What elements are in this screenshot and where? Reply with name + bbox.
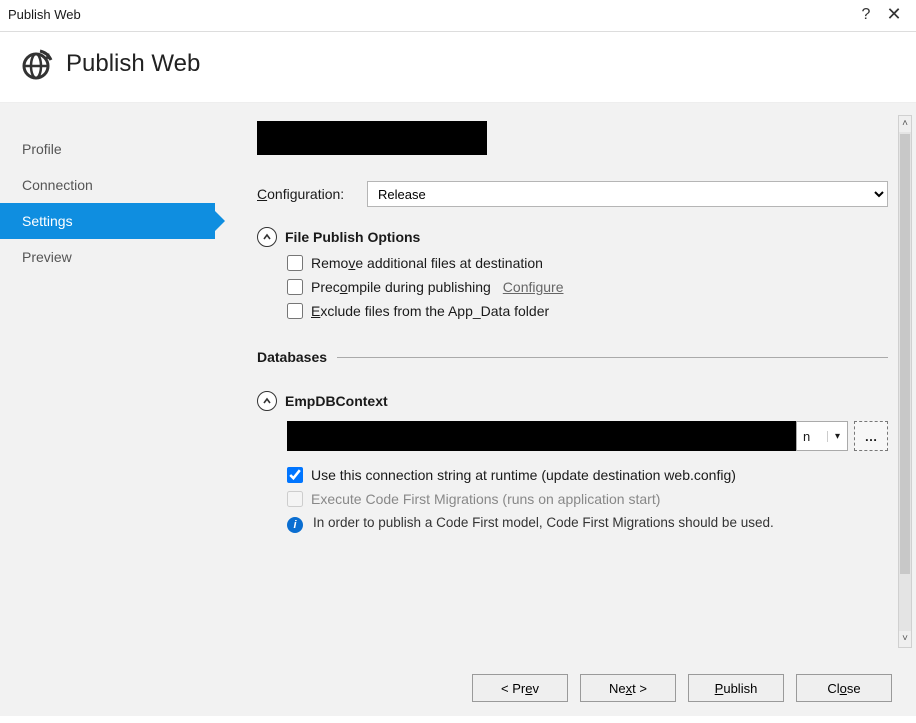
exclude-appdata-checkbox[interactable]	[287, 303, 303, 319]
db-context-heading: EmpDBContext	[285, 393, 388, 409]
window-title: Publish Web	[8, 7, 852, 22]
scroll-up-icon[interactable]: ˄	[899, 116, 911, 132]
next-button[interactable]: Next >	[580, 674, 676, 702]
remove-additional-checkbox[interactable]	[287, 255, 303, 271]
scroll-down-icon[interactable]: ˅	[899, 631, 911, 647]
use-connection-checkbox[interactable]	[287, 467, 303, 483]
configure-link[interactable]: Configure	[503, 279, 564, 295]
exec-migrations-label: Execute Code First Migrations (runs on a…	[311, 491, 660, 507]
remove-additional-checkbox-row[interactable]: Remove additional files at destination	[287, 255, 888, 271]
dialog-body: Profile Connection Settings Preview Conf…	[0, 102, 916, 660]
configuration-select[interactable]: Release	[367, 181, 888, 207]
exec-migrations-checkbox	[287, 491, 303, 507]
configuration-label: Configuration:	[257, 186, 357, 202]
vertical-scrollbar[interactable]: ˄ ˅	[898, 115, 912, 648]
dialog-footer: < Prev Next > Publish Close	[0, 660, 916, 716]
prev-button[interactable]: < Prev	[472, 674, 568, 702]
titlebar: Publish Web ? ✕	[0, 0, 916, 32]
publish-button[interactable]: Publish	[688, 674, 784, 702]
divider	[337, 357, 888, 358]
precompile-checkbox-row[interactable]: Precompile during publishing Configure	[287, 279, 888, 295]
collapse-file-publish-icon[interactable]	[257, 227, 277, 247]
file-publish-heading: File Publish Options	[285, 229, 420, 245]
databases-heading: Databases	[257, 349, 327, 365]
dialog-title: Publish Web	[66, 50, 200, 78]
close-icon[interactable]: ✕	[880, 4, 908, 25]
info-text: In order to publish a Code First model, …	[313, 515, 774, 533]
nav-settings[interactable]: Settings	[0, 203, 215, 239]
scroll-thumb[interactable]	[900, 134, 910, 574]
globe-publish-icon	[18, 46, 54, 82]
close-button[interactable]: Close	[796, 674, 892, 702]
connection-string-tail: n	[797, 429, 827, 444]
info-icon: i	[287, 517, 303, 533]
collapse-db-context-icon[interactable]	[257, 391, 277, 411]
use-connection-label: Use this connection string at runtime (u…	[311, 467, 736, 483]
wizard-nav: Profile Connection Settings Preview	[0, 103, 215, 660]
precompile-checkbox[interactable]	[287, 279, 303, 295]
precompile-label: Precompile during publishing	[311, 279, 491, 295]
exec-migrations-checkbox-row: Execute Code First Migrations (runs on a…	[287, 491, 888, 507]
dialog-header: Publish Web	[0, 32, 916, 102]
redacted-profile-name	[257, 121, 487, 155]
use-connection-checkbox-row[interactable]: Use this connection string at runtime (u…	[287, 467, 888, 483]
help-icon[interactable]: ?	[852, 6, 880, 24]
connection-string-input[interactable]: n ▾	[287, 421, 848, 451]
exclude-appdata-checkbox-row[interactable]: Exclude files from the App_Data folder	[287, 303, 888, 319]
settings-panel: Configuration: Release File Publish Opti…	[215, 103, 916, 660]
nav-preview[interactable]: Preview	[0, 239, 215, 275]
connection-dropdown-icon[interactable]: ▾	[827, 431, 847, 442]
remove-additional-label: Remove additional files at destination	[311, 255, 543, 271]
exclude-appdata-label: Exclude files from the App_Data folder	[311, 303, 549, 319]
connection-browse-button[interactable]: …	[854, 421, 888, 451]
nav-connection[interactable]: Connection	[0, 167, 215, 203]
nav-profile[interactable]: Profile	[0, 131, 215, 167]
